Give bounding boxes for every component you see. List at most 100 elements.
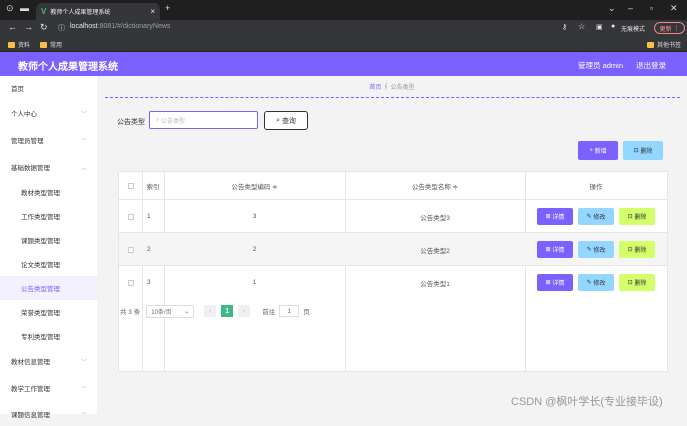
bookmark-folder-ziliao[interactable]: 资料 [8,40,30,49]
watermark: CSDN @枫叶学长(专业接毕设) [511,396,663,408]
tab-title: 教师个人成果管理系统 [50,10,111,16]
row-code: 1 [252,279,257,286]
breadcrumb-current: 公告类型 [390,85,415,91]
sidebar-item-base-data[interactable]: 基础数据管理 ︿ [0,155,97,179]
delete-button[interactable]: ⊡ 删除 [619,274,655,291]
select-all-checkbox[interactable] [119,172,142,199]
edit-icon: ✎ [586,247,594,253]
sidebar-item-personal[interactable]: 个人中心 ﹀ [0,101,97,125]
tab-close-icon[interactable]: × [150,7,155,16]
edit-button[interactable]: ✎ 修改 [578,241,614,258]
sidebar-item-paper-type[interactable]: 论文类型管理 [0,252,97,276]
next-page-button[interactable]: › [238,305,251,317]
detail-icon: ⊠ [545,280,553,286]
header-name[interactable]: 公告类型名称 ≑ [345,172,525,199]
row-index: 1 [147,213,151,220]
back-icon[interactable]: ← [8,22,17,32]
edit-button[interactable]: ✎ 修改 [578,274,614,291]
detail-button[interactable]: ⊠ 详情 [537,274,573,291]
chevron-down-icon: ﹀ [80,386,87,393]
goto-page-input[interactable]: 1 [279,305,300,317]
add-button[interactable]: + 新增 [578,141,618,160]
sidebar-item-admin[interactable]: 管理员管理 ﹀ [0,128,97,152]
search-button[interactable]: ⌕ 查询 [264,111,308,130]
reload-icon[interactable]: ↻ [40,22,48,33]
notice-type-search-input[interactable]: ⌕ 公告类型 [149,111,258,129]
sidebar-item-patent-type[interactable]: 专利类型管理 [0,324,97,348]
header-index: 索引 [146,183,160,191]
sidebar-item-work-type[interactable]: 工作类型管理 [0,204,97,228]
chevron-down-icon: ﹀ [80,138,87,145]
forward-icon[interactable]: → [24,22,33,32]
folder-icon [40,41,47,48]
sidebar-item-notice-type[interactable]: 公告类型管理 [0,276,97,300]
row-checkbox[interactable] [119,233,142,266]
row-name: 公告类型1 [420,280,450,288]
row-code: 2 [252,246,257,253]
header-ops: 操作 [589,183,603,191]
row-checkbox[interactable] [119,266,142,299]
sidebar-item-home[interactable]: 首页 [0,76,97,100]
chevron-down-icon: ﹀ [80,412,87,419]
trash-icon: ⊡ [627,280,635,286]
edit-icon: ✎ [586,214,594,220]
other-bookmarks[interactable]: 其他书签 [647,40,681,49]
batch-delete-button[interactable]: ⊡ 删除 [623,141,663,160]
browser-tab[interactable]: V 教师个人成果管理系统 × [36,3,160,20]
bookmark-folder-changyong[interactable]: 常用 [40,40,62,49]
close-window-icon[interactable]: ✕ [670,3,678,14]
maximize-icon[interactable]: ▫ [650,3,653,13]
address-bar: ← → ↻ ⓘ localhost:8081/#/dictionaryNews … [0,20,687,37]
key-icon[interactable]: ⚷ [562,23,567,31]
new-tab-button[interactable]: + [165,3,170,13]
vue-logo-icon: V [41,7,47,16]
browser-menu-icon[interactable]: ⊙ [6,3,14,14]
tab-search-icon[interactable]: ⌄ [608,3,616,14]
update-button[interactable]: 更新 ⋮ [654,22,685,34]
breadcrumb-home[interactable]: 首页 [369,85,381,91]
edit-button[interactable]: ✎ 修改 [578,208,614,225]
chevron-down-icon: ﹀ [80,359,87,366]
prev-page-button[interactable]: ‹ [204,305,217,317]
tab-list-icon[interactable]: ▬ [20,3,29,13]
delete-button[interactable]: ⊡ 删除 [619,241,655,258]
goto-prefix: 前往 [262,309,276,316]
row-checkbox[interactable] [119,200,142,233]
sidebar-item-project-type[interactable]: 课题类型管理 [0,228,97,252]
detail-icon: ⊠ [545,214,553,220]
sidebar: 首页 个人中心 ﹀ 管理员管理 ﹀ 基础数据管理 ︿ 教材类型管理 工作类型管理 课题… [0,76,97,419]
url-field[interactable]: localhost:8081/#/dictionaryNews [70,23,170,30]
main-content: 首页 ∮ 公告类型 公告类型 ⌕ 公告类型 ⌕ 查询 + 新增 ⊡ 删除 索引 … [97,76,687,414]
site-info-icon[interactable]: ⓘ [58,23,65,33]
app-title: 教师个人成果管理系统 [18,62,118,73]
delete-button[interactable]: ⊡ 删除 [619,208,655,225]
header-code[interactable]: 公告类型编码 ≑ [164,172,345,199]
page-size-select[interactable]: 10条/页 ⌄ [146,304,195,318]
row-index: 2 [147,246,151,253]
detail-button[interactable]: ⊠ 详情 [537,208,573,225]
sidebar-item-honor-type[interactable]: 荣誉类型管理 [0,300,97,324]
star-icon[interactable]: ☆ [578,22,585,31]
filter-label: 公告类型 [117,119,145,126]
table-row: 3 1 公告类型1 ⊠ 详情 ✎ 修改 ⊡ 删除 [119,265,667,298]
sidebar-item-textbook-info[interactable]: 教材信息管理 ﹀ [0,349,97,373]
sidebar-item-project-info[interactable]: 课题信息管理 ﹀ [0,402,97,426]
folder-icon [8,41,15,48]
sidebar-item-textbook-type[interactable]: 教材类型管理 [0,180,97,204]
row-index: 3 [147,279,151,286]
chevron-down-icon: ﹀ [80,111,87,118]
detail-button[interactable]: ⊠ 详情 [537,241,573,258]
page-1-button[interactable]: 1 [221,305,234,317]
minimize-icon[interactable]: – [628,3,633,13]
trash-icon: ⊡ [633,148,641,154]
pagination: 共 3 条 10条/页 ⌄ ‹ 1 › 前往 1 页 [120,304,310,318]
sidepanel-icon[interactable]: ▣ [596,23,603,31]
pagination-total: 共 3 条 [120,309,141,316]
breadcrumb-separator-icon: ∮ [383,85,391,91]
chevron-down-icon: ⌄ [184,308,190,315]
table-row: 2 2 公告类型2 ⊠ 详情 ✎ 修改 ⊡ 删除 [119,232,667,265]
goto-suffix: 页 [303,309,310,316]
bookmarks-bar: 资料 常用 其他书签 [0,37,687,52]
logout-link[interactable]: 退出登录 [636,60,666,71]
sidebar-item-teaching-work[interactable]: 教学工作管理 ﹀ [0,376,97,400]
